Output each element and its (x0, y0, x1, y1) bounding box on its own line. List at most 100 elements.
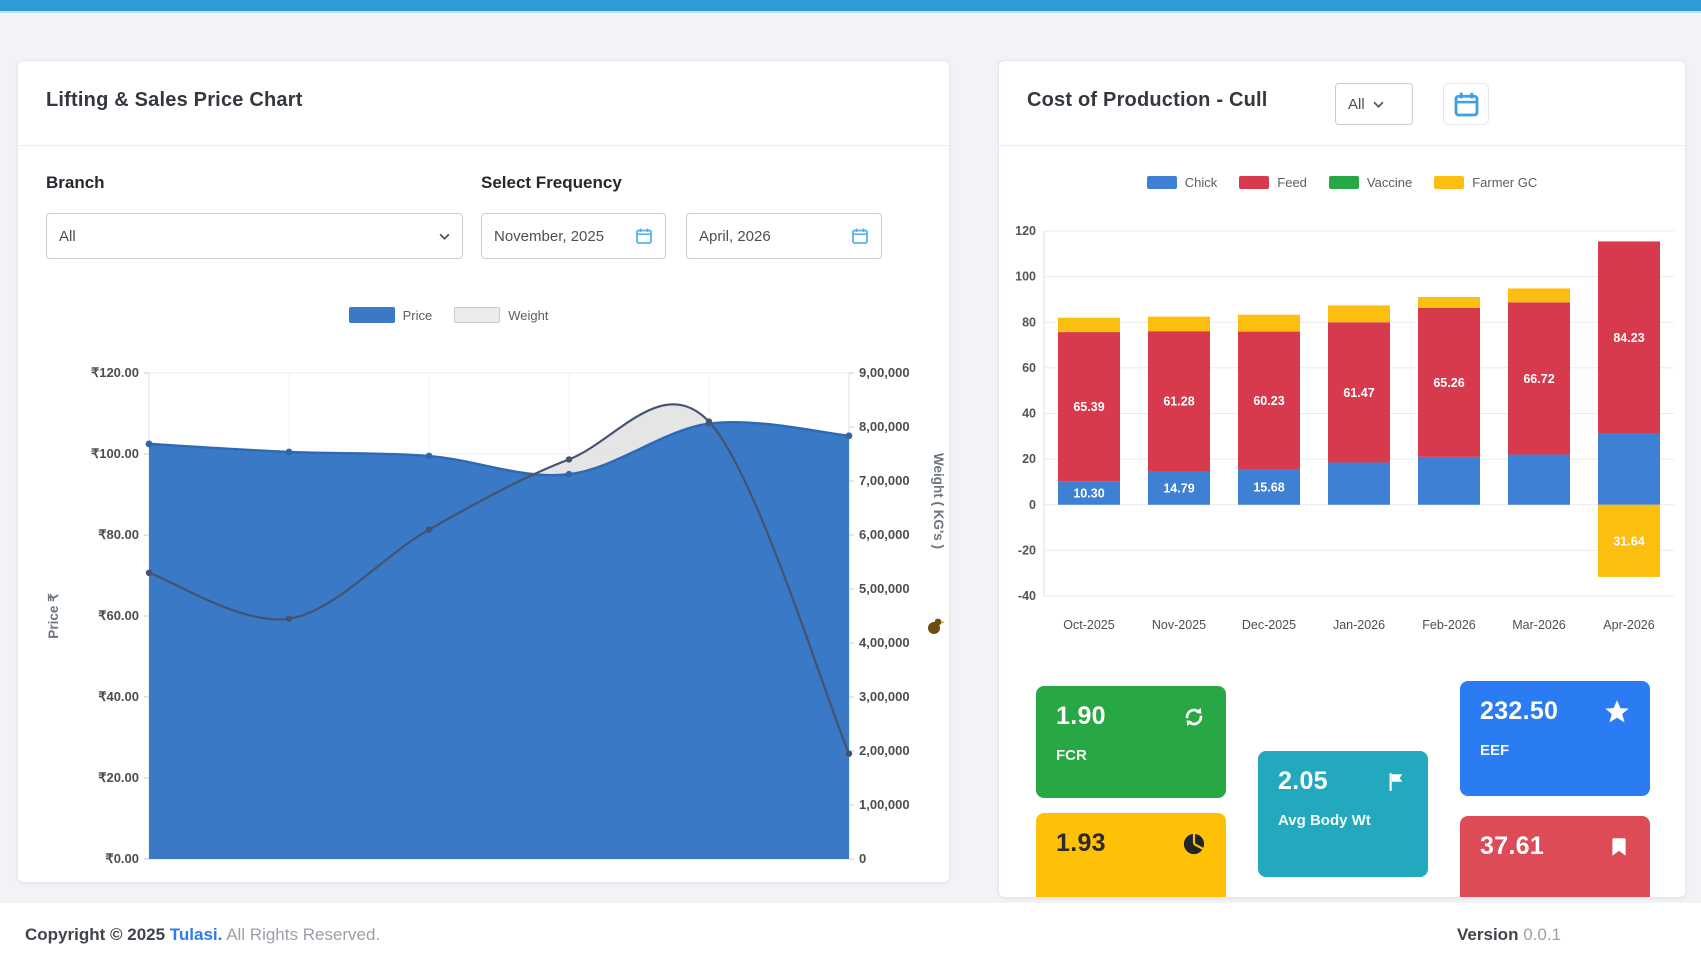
fcr-kpi-card: 1.90 FCR (1036, 686, 1226, 798)
svg-text:60.23: 60.23 (1253, 394, 1284, 408)
svg-text:-40: -40 (1018, 589, 1036, 603)
eef-value: 232.50 (1480, 697, 1558, 726)
legend-item: Farmer GC (1434, 175, 1537, 190)
branch-select[interactable]: All (46, 213, 463, 259)
branch-select-value: All (59, 228, 76, 245)
calendar-icon (851, 227, 869, 245)
cull-filter-select[interactable]: All (1335, 83, 1413, 125)
svg-text:14.79: 14.79 (1163, 481, 1194, 495)
svg-text:84.23: 84.23 (1613, 331, 1644, 345)
svg-text:100: 100 (1015, 270, 1036, 284)
cost-of-production-panel: Cost of Production - Cull All Chick Feed V… (998, 60, 1686, 898)
chevron-down-icon (1373, 101, 1384, 108)
copyright-prefix: Copyright © 2025 (25, 925, 165, 944)
avg-body-wt-label: Avg Body Wt (1278, 812, 1408, 829)
copyright-suffix: All Rights Reserved. (226, 925, 380, 944)
svg-text:15.68: 15.68 (1253, 480, 1284, 494)
lifting-sales-panel: Lifting & Sales Price Chart Branch Selec… (17, 60, 950, 883)
svg-text:₹60.00: ₹60.00 (98, 608, 139, 623)
cost-of-production-chart: 120100806040200-20-4010.3065.39Oct-20251… (999, 201, 1686, 661)
calendar-button[interactable] (1443, 83, 1489, 125)
svg-text:Oct-2025: Oct-2025 (1063, 618, 1114, 632)
right-axis-title: Weight ( KG's ) (931, 453, 946, 549)
calendar-icon (635, 227, 653, 245)
chicken-icon (928, 619, 945, 634)
legend-swatch (1434, 176, 1464, 189)
legend-item: Feed (1239, 175, 1307, 190)
bookmark-icon (1608, 836, 1630, 858)
svg-text:66.72: 66.72 (1523, 372, 1554, 386)
svg-text:₹100.00: ₹100.00 (91, 446, 139, 461)
legend-label: Vaccine (1367, 175, 1412, 190)
yellow-kpi-value: 1.93 (1056, 829, 1106, 858)
svg-text:Mar-2026: Mar-2026 (1512, 618, 1566, 632)
svg-text:3,00,000: 3,00,000 (859, 689, 910, 704)
branch-label: Branch (46, 173, 105, 193)
svg-text:1,00,000: 1,00,000 (859, 797, 910, 812)
legend-swatch (1329, 176, 1359, 189)
panel-title: Cost of Production - Cull (1027, 89, 1268, 112)
legend-label: Feed (1277, 175, 1307, 190)
date-from-value: November, 2025 (494, 228, 604, 245)
refresh-icon (1182, 705, 1206, 729)
svg-text:20: 20 (1022, 452, 1036, 466)
svg-text:65.26: 65.26 (1433, 376, 1464, 390)
svg-text:65.39: 65.39 (1073, 400, 1104, 414)
svg-text:₹120.00: ₹120.00 (91, 365, 139, 380)
copyright-text: Copyright © 2025 Tulasi. All Rights Rese… (25, 925, 380, 945)
svg-text:₹40.00: ₹40.00 (98, 689, 139, 704)
pie-chart-icon (1182, 832, 1206, 856)
legend-item: Vaccine (1329, 175, 1412, 190)
frequency-label: Select Frequency (481, 173, 622, 193)
svg-text:8,00,000: 8,00,000 (859, 419, 910, 434)
page-title: Lifting & Sales Price Chart (46, 89, 303, 112)
svg-text:Nov-2025: Nov-2025 (1152, 618, 1206, 632)
svg-text:Dec-2025: Dec-2025 (1242, 618, 1296, 632)
svg-text:-20: -20 (1018, 543, 1036, 557)
svg-text:80: 80 (1022, 315, 1036, 329)
flag-icon (1386, 771, 1408, 793)
svg-text:₹0.00: ₹0.00 (105, 851, 139, 866)
svg-text:0: 0 (859, 851, 866, 866)
cost-chart-legend: Chick Feed Vaccine Farmer GC (999, 175, 1685, 190)
svg-text:0: 0 (1029, 498, 1036, 512)
svg-text:Apr-2026: Apr-2026 (1603, 618, 1654, 632)
lifting-sales-chart: ₹120.00 ₹100.00 ₹80.00 ₹60.00 ₹40.00 ₹20.00 ₹0… (18, 296, 950, 883)
svg-text:4,00,000: 4,00,000 (859, 635, 910, 650)
svg-text:5,00,000: 5,00,000 (859, 581, 910, 596)
avg-body-wt-kpi-card: 2.05 Avg Body Wt (1258, 751, 1428, 877)
eef-label: EEF (1480, 742, 1630, 759)
calendar-icon (1453, 91, 1480, 118)
svg-text:10.30: 10.30 (1073, 487, 1104, 501)
svg-text:Jan-2026: Jan-2026 (1333, 618, 1385, 632)
version-value: 0.0.1 (1523, 925, 1561, 944)
brand-link[interactable]: Tulasi. (170, 925, 223, 944)
svg-text:₹20.00: ₹20.00 (98, 770, 139, 785)
svg-text:Feb-2026: Feb-2026 (1422, 618, 1476, 632)
panel-header: Lifting & Sales Price Chart (18, 61, 949, 146)
date-from-input[interactable]: November, 2025 (481, 213, 666, 259)
legend-item: Chick (1147, 175, 1218, 190)
svg-text:61.28: 61.28 (1163, 395, 1194, 409)
version-label: Version (1457, 925, 1518, 944)
fcr-value: 1.90 (1056, 702, 1106, 731)
legend-swatch (1239, 176, 1269, 189)
svg-text:9,00,000: 9,00,000 (859, 365, 910, 380)
svg-text:₹80.00: ₹80.00 (98, 527, 139, 542)
version-text: Version 0.0.1 (1457, 925, 1561, 945)
legend-label: Chick (1185, 175, 1218, 190)
svg-text:7,00,000: 7,00,000 (859, 473, 910, 488)
yellow-kpi-card: 1.93 (1036, 813, 1226, 898)
legend-label: Farmer GC (1472, 175, 1537, 190)
date-to-input[interactable]: April, 2026 (686, 213, 882, 259)
footer: Copyright © 2025 Tulasi. All Rights Rese… (0, 903, 1701, 975)
svg-text:40: 40 (1022, 407, 1036, 421)
top-navbar (0, 0, 1701, 13)
svg-text:61.47: 61.47 (1343, 386, 1374, 400)
svg-text:6,00,000: 6,00,000 (859, 527, 910, 542)
legend-swatch (1147, 176, 1177, 189)
eef-kpi-card: 232.50 EEF (1460, 681, 1650, 796)
date-to-value: April, 2026 (699, 228, 771, 245)
fcr-label: FCR (1056, 747, 1206, 764)
svg-text:120: 120 (1015, 224, 1036, 238)
